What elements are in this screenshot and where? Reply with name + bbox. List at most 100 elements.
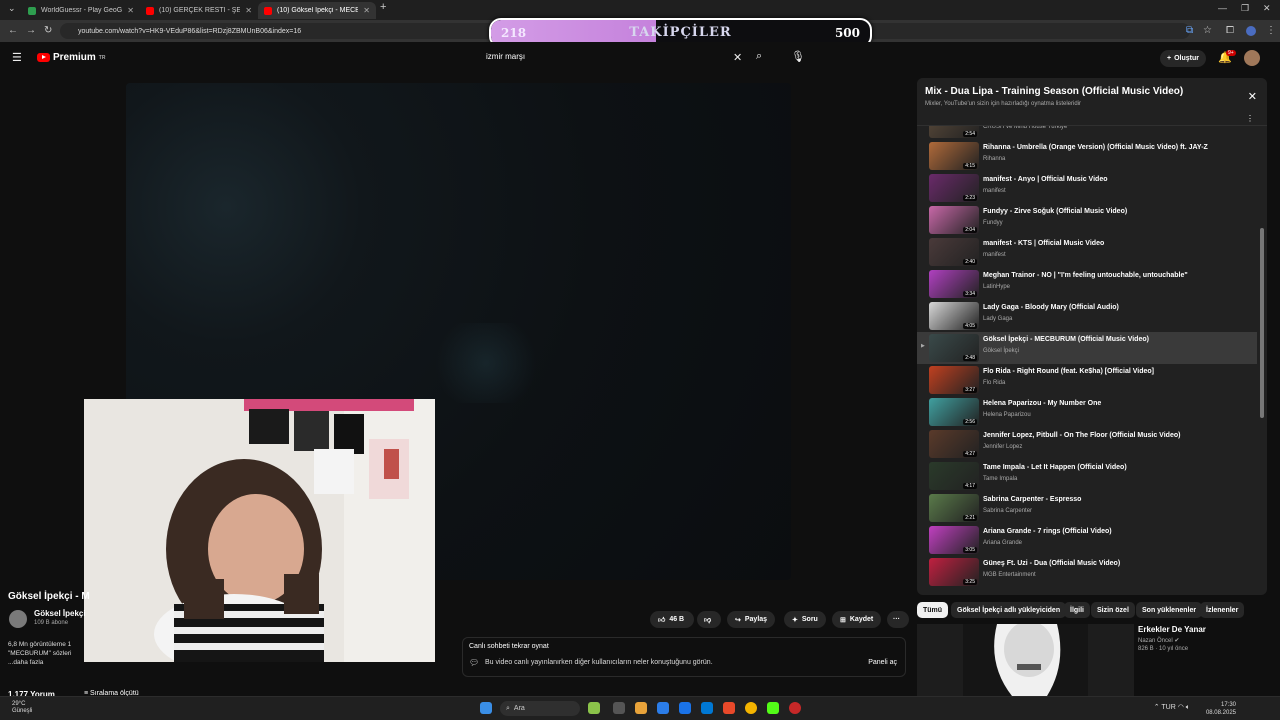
logo-region: TR [98,54,106,61]
playlist-item[interactable]: 2:54CRUSH - CRUSH | Official Music Video… [917,126,1257,140]
chip-5[interactable]: İzlenenler [1200,602,1245,618]
taskbar-clock[interactable]: 17:30 08.08.2025 [1206,701,1236,717]
channel-name[interactable]: Göksel İpekçi [34,609,86,618]
video-description[interactable]: 6,8 Mn görüntüleme 1 "MECBURUM" sözleri … [8,640,88,667]
playlist-item[interactable]: 4:15 Rihanna - Umbrella (Orange Version) … [917,140,1257,172]
search-input[interactable]: izmir marşı [480,48,750,66]
playlist-item[interactable]: 2:40 manifest - KTS | Official Music Vide… [917,236,1257,268]
playlist-item-channel: Tame Impala [983,476,1018,482]
browser-menu-icon[interactable]: ⋮ [1266,25,1276,36]
save-button[interactable]: ⊞ Kaydet [832,611,882,628]
new-tab-button[interactable]: + [380,1,386,13]
recommendation-thumbnail[interactable] [917,624,1134,696]
playlist-thumbnail: 4:27 [929,430,979,458]
search-value: izmir marşı [486,52,526,61]
clock-time: 17:30 [1220,702,1236,708]
channel-avatar[interactable] [9,610,27,628]
like-button[interactable]: 👍︎ 46 B [650,611,694,628]
playlist-item-title: Rihanna - Umbrella (Orange Version) (Off… [983,144,1208,151]
obs-icon[interactable] [789,702,801,714]
taskbar-search[interactable]: ⌕ Ara [500,701,580,716]
tab-mecburum[interactable]: (10) Göksel İpekçi - MECBURUM ✕ [258,2,376,19]
tab-favicon-icon [264,6,272,15]
playlist-item[interactable]: 2:04 Fundyy - Zirve Soğuk (Official Music… [917,204,1257,236]
ask-button[interactable]: ✦ Soru [784,611,826,628]
minimize-button[interactable]: — [1218,3,1227,13]
clear-search-icon[interactable]: ✕ [733,51,742,64]
recommendation-channel: Nazan Öncel ✔︎ [1138,637,1179,644]
save-label: Kaydet [849,616,874,623]
forward-icon[interactable]: → [26,25,36,36]
more-vert-icon[interactable]: ⋮ [1246,114,1254,123]
chip-3[interactable]: Sizin özel [1091,602,1135,618]
playlist-title[interactable]: Mix - Dua Lipa - Training Season (Offici… [925,86,1183,97]
store-icon[interactable] [679,702,691,714]
tab-close-icon[interactable]: ✕ [363,6,370,15]
more-actions-button[interactable]: ··· [887,611,909,628]
playlist-item[interactable]: 4:27 Jennifer Lopez, Pitbull - On The Flo… [917,428,1257,460]
profile-avatar[interactable] [1246,26,1256,36]
duration-badge: 3:34 [963,291,977,297]
app-icon[interactable] [723,702,735,714]
create-button[interactable]: + Oluştur [1160,50,1206,67]
weather-widget[interactable]: 29°C Güneşli [12,701,32,715]
description-more[interactable]: ...daha fazla [8,658,88,667]
playlist-scrollbar[interactable] [1260,228,1264,418]
tab-list-icon[interactable]: ⌄ [8,3,16,14]
playlist-item[interactable]: 4:05 Lady Gaga - Bloody Mary (Official Au… [917,300,1257,332]
tab-gercek-resti[interactable]: (10) GERÇEK RESTİ - ŞEYTAN - ✕ [140,2,258,19]
file-explorer-icon[interactable] [635,702,647,714]
playlist-item[interactable]: 3:05 Ariana Grande - 7 rings (Official Vi… [917,524,1257,556]
wifi-icon: ◠ [1177,704,1186,711]
playlist-item[interactable]: 2:23 manifest - Anyo | Official Music Vid… [917,172,1257,204]
system-tray[interactable]: ⌃ TUR ◠ 🔈︎ [1154,703,1190,712]
close-window-button[interactable]: ✕ [1263,3,1271,14]
youtube-premium-logo[interactable]: Premium TR [37,52,105,63]
chip-0[interactable]: Tümü [917,602,949,618]
sparkle-icon: ✦ [792,616,798,624]
playlist-item[interactable]: 3:25 Güneş Ft. Uzi - Dua (Official Music … [917,556,1257,588]
playlist-thumbnail: 2:56 [929,398,979,426]
chip-4[interactable]: Son yüklenenler [1136,602,1203,618]
share-button[interactable]: ↪ Paylaş [727,611,776,628]
close-icon[interactable]: ✕ [1248,90,1257,103]
translate-icon[interactable]: ⧉ [1186,25,1193,36]
playlist-item-title: Jennifer Lopez, Pitbull - On The Floor (… [983,432,1181,439]
playlist-item-title: Meghan Trainor - NO | "I'm feeling untou… [983,272,1188,279]
search-icon[interactable]: ⌕ [756,50,762,63]
chip-2[interactable]: İlgili [1064,602,1090,618]
reload-icon[interactable]: ↻ [44,25,52,36]
account-avatar[interactable] [1244,50,1260,66]
playlist-item[interactable]: 4:17 Tame Impala - Let It Happen (Officia… [917,460,1257,492]
kick-icon[interactable] [767,702,779,714]
start-menu-icon[interactable] [480,702,492,714]
playlist-item[interactable]: 2:21 Sabrina Carpenter - Espresso Sabrina … [917,492,1257,524]
chip-1[interactable]: Göksel İpekçi adlı yükleyiciden [951,602,1067,618]
playlist-item[interactable]: 3:27 Flo Rida - Right Round (feat. Ke$ha)… [917,364,1257,396]
webcam-overlay [84,399,435,662]
task-view-icon[interactable] [613,702,625,714]
maximize-button[interactable]: ❐ [1241,3,1249,14]
playlist-item-channel: Fundyy [983,220,1003,226]
microphone-icon[interactable]: 🎙 [791,50,805,63]
bookmark-star-icon[interactable]: ☆ [1203,25,1212,36]
mail-icon[interactable] [701,702,713,714]
recommendation-title[interactable]: Erkekler De Yanar [1138,625,1206,634]
tab-close-icon[interactable]: ✕ [245,6,252,15]
tray-lang: TUR [1161,704,1176,711]
playlist-item[interactable]: 3:34 Meghan Trainor - NO | "I'm feeling u… [917,268,1257,300]
playlist-item-channel: MGB Entertainment [983,572,1036,578]
playlist-item[interactable]: ▶ 2:48 Göksel İpekçi - MECBURUM (Official … [917,332,1257,364]
chrome-icon[interactable] [745,702,757,714]
widgets-icon[interactable] [588,702,600,714]
playlist-item[interactable]: 2:56 Helena Paparizou - My Number One Hele… [917,396,1257,428]
edge-icon[interactable] [657,702,669,714]
open-panel-button[interactable]: Paneli aç [868,659,897,666]
back-icon[interactable]: ← [8,25,18,36]
tab-close-icon[interactable]: ✕ [127,6,134,15]
hamburger-menu-icon[interactable]: ☰ [12,51,22,64]
dislike-button[interactable]: 👎︎ [697,611,721,628]
duration-badge: 4:17 [963,483,977,489]
tab-worldguessr[interactable]: WorldGuessr - Play GeoGuess ✕ [22,2,140,19]
extensions-icon[interactable]: ⧠ [1226,25,1234,36]
